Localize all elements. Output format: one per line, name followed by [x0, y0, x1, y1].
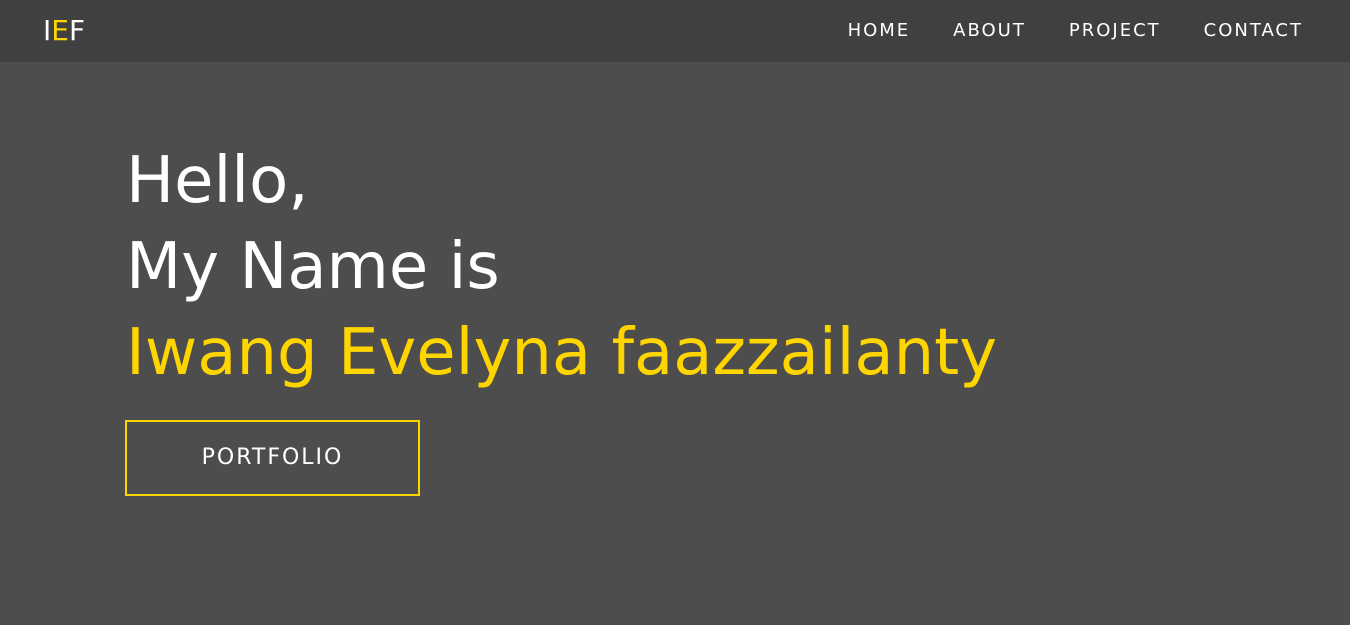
- navbar: IEF HOME ABOUT PROJECT CONTACT: [0, 0, 1350, 62]
- portfolio-button[interactable]: PORTFOLIO: [125, 420, 420, 496]
- site-logo[interactable]: IEF: [43, 14, 85, 48]
- main-nav: HOME ABOUT PROJECT CONTACT: [848, 0, 1303, 62]
- nav-link-project[interactable]: PROJECT: [1069, 0, 1161, 62]
- logo-letter-f: F: [68, 14, 86, 47]
- hero-intro: My Name is: [126, 230, 500, 304]
- logo-letter-e: E: [51, 14, 69, 47]
- hero-name: Iwang Evelyna faazzailanty: [126, 316, 998, 390]
- hero-section: Hello, My Name is Iwang Evelyna faazzail…: [126, 138, 1276, 396]
- nav-link-contact[interactable]: CONTACT: [1204, 0, 1303, 62]
- nav-link-about[interactable]: ABOUT: [953, 0, 1026, 62]
- nav-link-home[interactable]: HOME: [848, 0, 911, 62]
- hero-greeting: Hello,: [126, 144, 309, 218]
